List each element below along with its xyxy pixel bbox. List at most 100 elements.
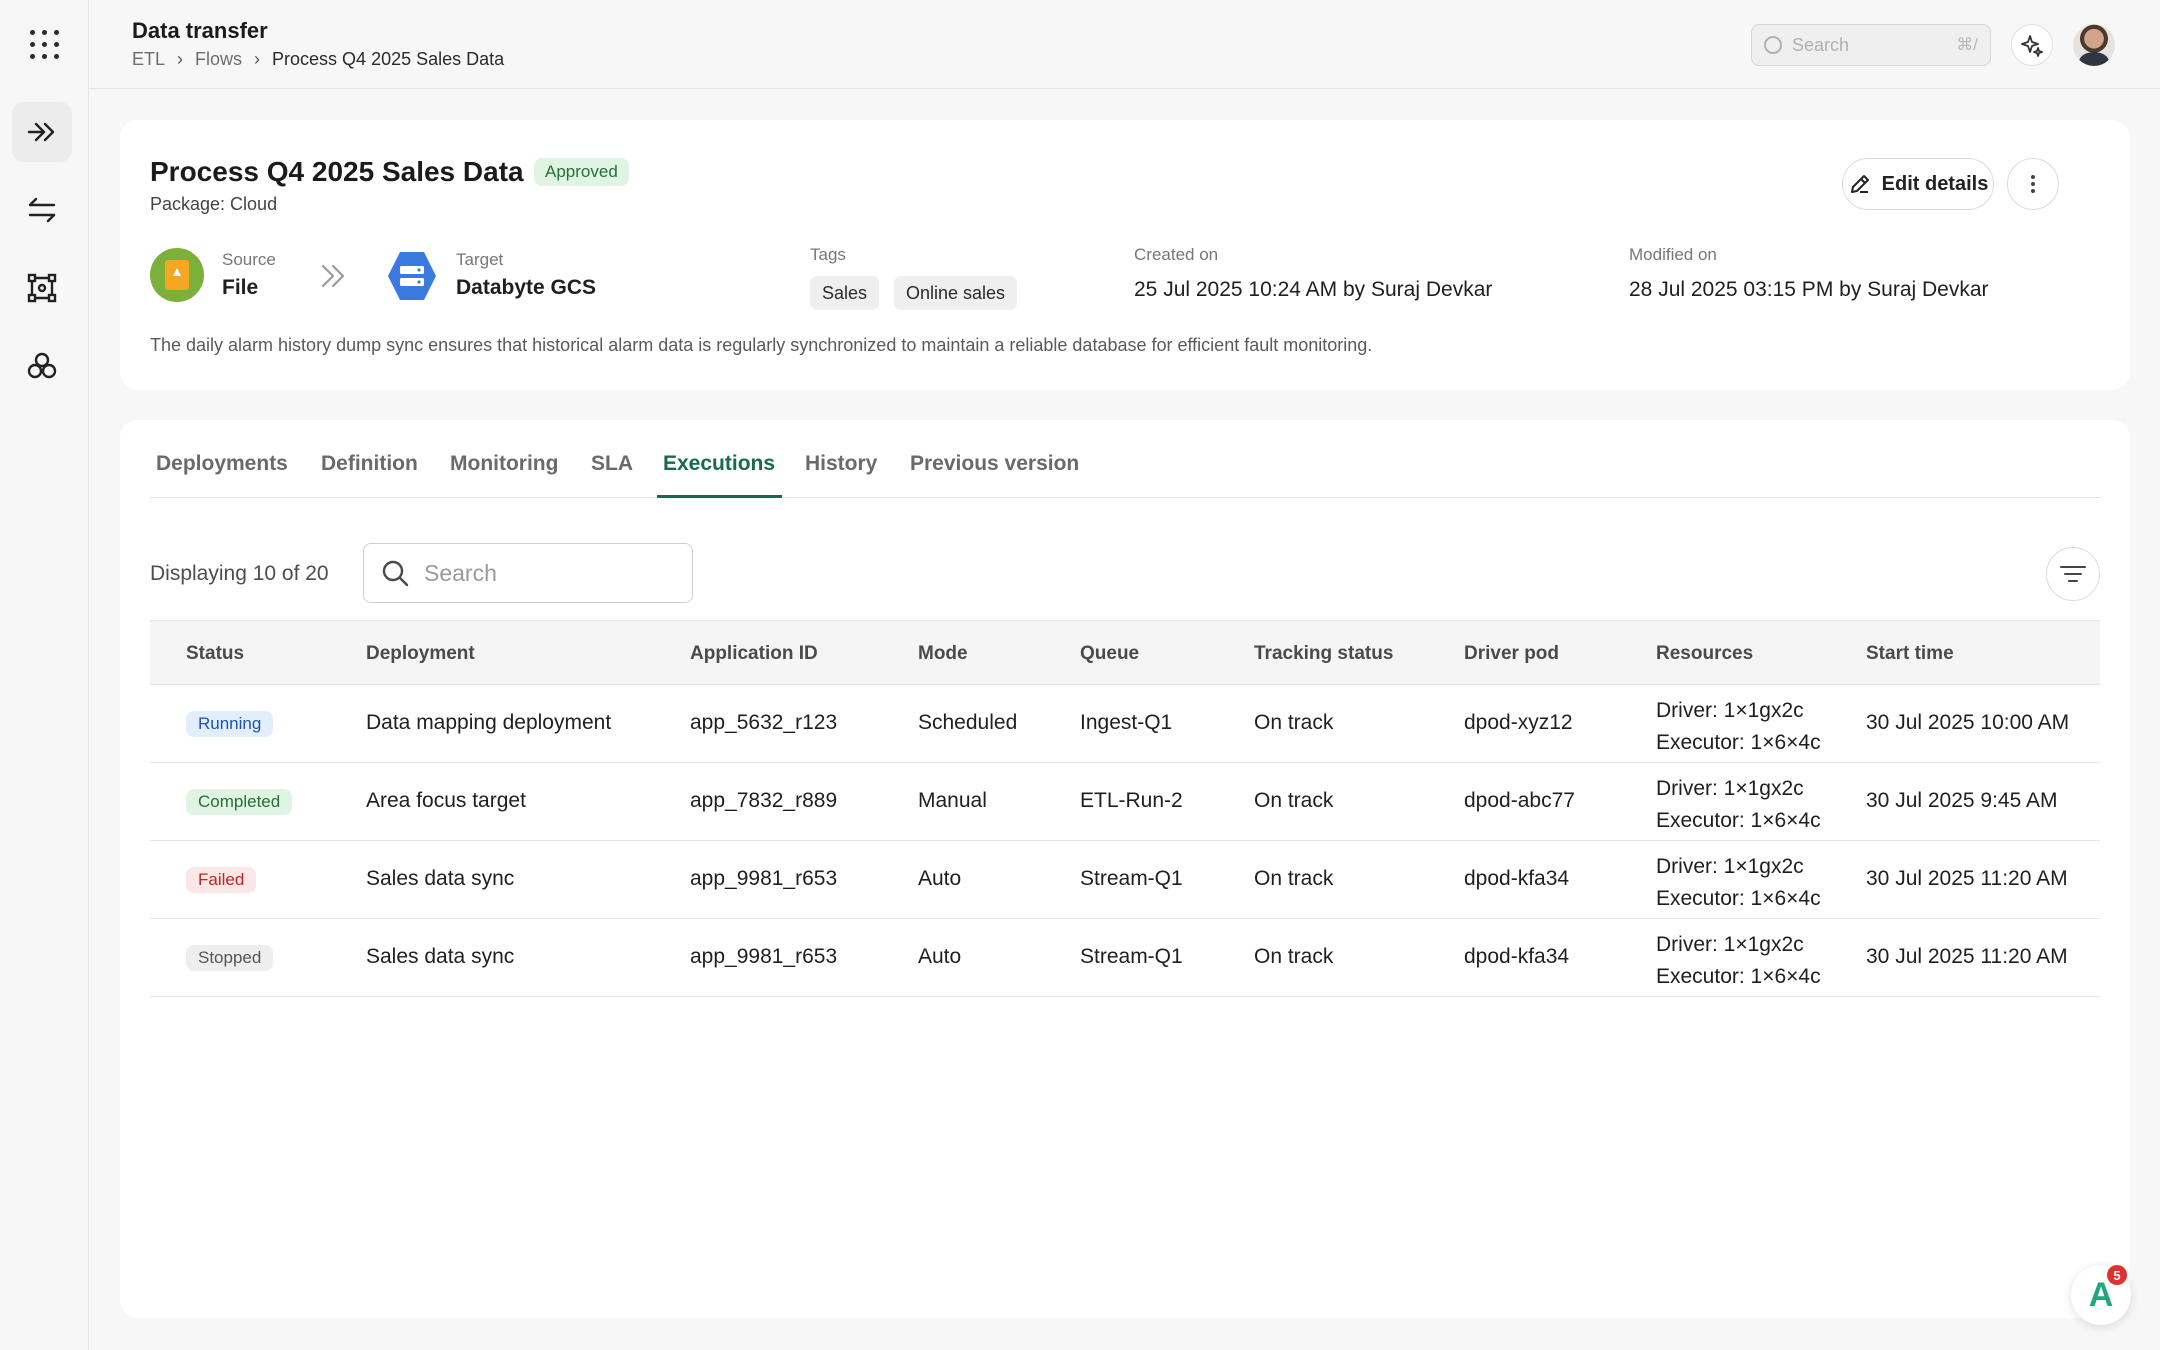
cell-mode: Auto	[918, 945, 962, 968]
table-row[interactable]: Completed Area focus target app_7832_r88…	[150, 763, 2100, 841]
pencil-icon	[1850, 175, 1869, 193]
cell-tracking-status: On track	[1254, 789, 1334, 812]
displaying-count: Displaying 10 of 20	[150, 562, 329, 585]
cell-start-time: 30 Jul 2025 11:20 AM	[1866, 867, 2068, 890]
cell-deployment: Data mapping deployment	[366, 711, 612, 734]
cell-mode: Auto	[918, 867, 962, 890]
user-avatar[interactable]	[2073, 24, 2115, 66]
cell-queue: Stream-Q1	[1080, 867, 1183, 890]
resources-executor: Executor: 1×6×4c	[1656, 809, 1821, 832]
target-value: Databyte GCS	[456, 276, 597, 299]
cell-start-time: 30 Jul 2025 11:20 AM	[1866, 945, 2068, 968]
notification-badge: 5	[2107, 1265, 2127, 1285]
assistant-launcher-button[interactable]: A 5	[2071, 1265, 2131, 1325]
resources-driver: Driver: 1×1gx2c	[1656, 855, 1804, 878]
table-row[interactable]: Running Data mapping deployment app_5632…	[150, 685, 2100, 763]
nav-transfer-icon[interactable]	[12, 180, 72, 240]
tab-monitoring[interactable]: Monitoring	[450, 452, 558, 476]
breadcrumb-flows[interactable]: Flows	[195, 49, 242, 70]
sparkle-icon	[2021, 35, 2043, 57]
breadcrumb-etl[interactable]: ETL	[132, 49, 165, 70]
search-icon	[1764, 36, 1782, 54]
executions-card: Deployments Definition Monitoring SLA Ex…	[120, 420, 2130, 1318]
global-search-input[interactable]: Search ⌘/	[1751, 24, 1991, 66]
cell-start-time: 30 Jul 2025 9:45 AM	[1866, 789, 2058, 812]
status-badge: Stopped	[186, 945, 274, 971]
left-rail	[0, 0, 89, 1350]
cell-application-id: app_5632_r123	[690, 711, 838, 734]
resources-driver: Driver: 1×1gx2c	[1656, 933, 1804, 956]
tab-history[interactable]: History	[805, 452, 877, 476]
filter-button[interactable]	[2046, 547, 2100, 601]
edit-details-label: Edit details	[1881, 172, 1989, 195]
col-start-time[interactable]: Start time	[1866, 643, 1954, 665]
edit-details-button[interactable]: Edit details	[1842, 158, 1994, 210]
status-badge: Completed	[186, 789, 293, 815]
cell-tracking-status: On track	[1254, 945, 1334, 968]
app-grid-icon[interactable]	[28, 28, 60, 60]
col-mode[interactable]: Mode	[918, 643, 968, 665]
col-queue[interactable]: Queue	[1080, 643, 1139, 665]
gcs-target-icon	[388, 252, 436, 300]
chevrons-right-icon	[321, 264, 345, 288]
status-badge: Running	[186, 711, 274, 737]
cell-tracking-status: On track	[1254, 867, 1334, 890]
col-deployment[interactable]: Deployment	[366, 643, 475, 665]
status-badge: Failed	[186, 867, 257, 893]
col-status[interactable]: Status	[186, 643, 244, 665]
cell-tracking-status: On track	[1254, 711, 1334, 734]
col-resources[interactable]: Resources	[1656, 643, 1753, 665]
nav-network-icon[interactable]	[12, 258, 72, 318]
cell-resources: Driver: 1×1gx2c Executor: 1×6×4c	[1656, 695, 1821, 759]
status-badge: Approved	[534, 158, 629, 186]
table-row[interactable]: Failed Sales data sync app_9981_r653 Aut…	[150, 841, 2100, 919]
executions-table: Status Deployment Application ID Mode Qu…	[150, 620, 2100, 997]
created-value: 25 Jul 2025 10:24 AM by Suraj Devkar	[1134, 278, 1493, 301]
search-shortcut: ⌘/	[1956, 35, 1978, 54]
source-label: Source	[222, 250, 276, 269]
executions-search-placeholder: Search	[424, 559, 497, 586]
tags-label: Tags	[810, 245, 846, 264]
chevron-right-icon: ›	[177, 49, 184, 69]
ai-sparkle-button[interactable]	[2011, 24, 2053, 66]
flow-name: Process Q4 2025 Sales Data	[150, 156, 524, 187]
nav-flows-icon[interactable]	[12, 102, 72, 162]
tab-previous-version[interactable]: Previous version	[910, 452, 1079, 476]
tab-sla[interactable]: SLA	[591, 452, 633, 476]
cell-driver-pod: dpod-kfa34	[1464, 945, 1570, 968]
executions-search-input[interactable]: Search	[363, 543, 693, 603]
cell-driver-pod: dpod-xyz12	[1464, 711, 1573, 734]
tab-definition[interactable]: Definition	[321, 452, 418, 476]
table-header: Status Deployment Application ID Mode Qu…	[150, 620, 2100, 685]
table-row[interactable]: Stopped Sales data sync app_9981_r653 Au…	[150, 919, 2100, 997]
col-application-id[interactable]: Application ID	[690, 643, 818, 665]
source-value: File	[222, 276, 259, 299]
tab-bar: Deployments Definition Monitoring SLA Ex…	[150, 420, 2100, 498]
resources-executor: Executor: 1×6×4c	[1656, 887, 1821, 910]
cell-resources: Driver: 1×1gx2c Executor: 1×6×4c	[1656, 929, 1821, 993]
resources-executor: Executor: 1×6×4c	[1656, 731, 1821, 754]
col-driver-pod[interactable]: Driver pod	[1464, 643, 1559, 665]
package-info: Package: Cloud	[150, 194, 278, 214]
more-vertical-icon	[2031, 182, 2035, 186]
more-options-button[interactable]	[2007, 158, 2059, 210]
cell-application-id: app_9981_r653	[690, 945, 838, 968]
tab-deployments[interactable]: Deployments	[156, 452, 288, 476]
cell-deployment: Sales data sync	[366, 867, 515, 890]
search-icon	[382, 560, 409, 587]
target-label: Target	[456, 250, 504, 269]
resources-executor: Executor: 1×6×4c	[1656, 965, 1821, 988]
filter-icon	[2060, 566, 2086, 582]
cell-start-time: 30 Jul 2025 10:00 AM	[1866, 711, 2070, 734]
cell-mode: Scheduled	[918, 711, 1018, 734]
cell-application-id: app_9981_r653	[690, 867, 838, 890]
cell-deployment: Sales data sync	[366, 945, 515, 968]
cell-resources: Driver: 1×1gx2c Executor: 1×6×4c	[1656, 851, 1821, 915]
cell-mode: Manual	[918, 789, 987, 812]
tab-executions[interactable]: Executions	[663, 452, 775, 476]
col-tracking-status[interactable]: Tracking status	[1254, 643, 1393, 665]
resources-driver: Driver: 1×1gx2c	[1656, 699, 1804, 722]
cell-queue: ETL-Run-2	[1080, 789, 1183, 812]
nav-modules-icon[interactable]	[12, 336, 72, 396]
cell-queue: Ingest-Q1	[1080, 711, 1173, 734]
